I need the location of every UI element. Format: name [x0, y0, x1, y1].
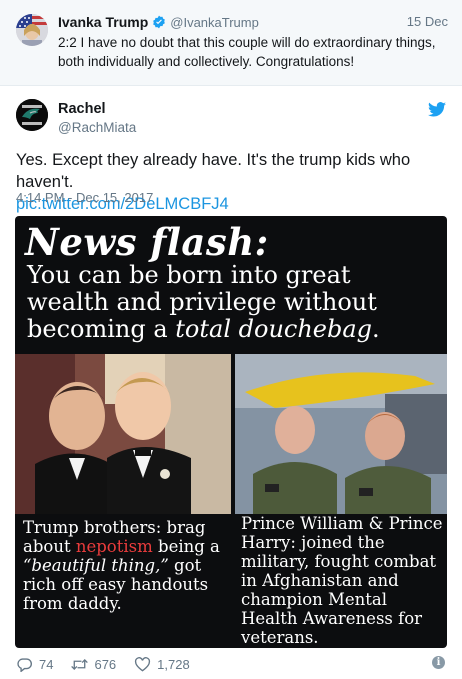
user-avatar[interactable] [16, 99, 48, 131]
caption-left-text-2: being a [152, 537, 220, 556]
caption-left-quote: “beautiful thing,” [23, 556, 169, 575]
parent-tweet[interactable]: Ivanka Trump @IvankaTrump 15 Dec 2:2 I ha… [0, 0, 462, 86]
twitter-bird-icon[interactable] [428, 102, 446, 117]
parent-tweet-text: 2:2 I have no doubt that this couple wil… [58, 35, 436, 69]
princes-illustration [235, 354, 447, 514]
caption-trump-brothers: Trump brothers: brag about nepotism bein… [23, 518, 231, 613]
media-divider [231, 354, 235, 648]
tweet-author-handle[interactable]: @RachMiata [58, 120, 136, 135]
verified-badge-icon [153, 15, 166, 29]
tweet-text: Yes. Except they already have. It's the … [16, 149, 446, 215]
retweet-count: 676 [94, 656, 117, 672]
tweet-body: Yes. Except they already have. It's the … [16, 151, 411, 191]
princes-photo [235, 354, 447, 514]
like-button[interactable]: 1,728 [134, 657, 190, 672]
parent-date[interactable]: 15 Dec [407, 14, 448, 29]
media-headline: News flash: [25, 220, 269, 264]
tweet-timestamp[interactable]: 4:14 PM - Dec 15, 2017 [16, 190, 153, 205]
retweet-icon [71, 658, 89, 670]
parent-author-handle[interactable]: @IvankaTrump [170, 15, 259, 30]
parent-author[interactable]: Ivanka Trump @IvankaTrump [58, 14, 259, 30]
caption-nepotism-highlight: nepotism [75, 537, 153, 556]
flag-avatar-image [16, 14, 48, 46]
eagles-logo-avatar-image [16, 99, 48, 131]
tweet-author-name[interactable]: Rachel [58, 101, 106, 117]
caption-princes: Prince William & Prince Harry: joined th… [241, 514, 443, 647]
reply-count: 74 [39, 656, 54, 672]
media-subhead-end: . [372, 315, 380, 343]
retweet-button[interactable]: 676 [71, 657, 116, 672]
trump-brothers-illustration [15, 354, 231, 514]
heart-icon [135, 656, 151, 671]
trump-brothers-photo [15, 354, 231, 514]
media-subhead-emphasis: total douchebag [175, 315, 373, 343]
info-icon[interactable]: i [432, 656, 445, 669]
media-subhead: You can be born into great wealth and pr… [27, 262, 439, 343]
reply-icon [17, 657, 32, 672]
parent-author-name[interactable]: Ivanka Trump [58, 14, 148, 30]
like-count: 1,728 [157, 656, 190, 672]
tweet-actions: 74 676 1,728 [16, 655, 208, 673]
reply-button[interactable]: 74 [16, 657, 53, 672]
parent-avatar[interactable] [16, 14, 48, 46]
tweet-media-image[interactable]: News flash: You can be born into great w… [15, 216, 447, 648]
